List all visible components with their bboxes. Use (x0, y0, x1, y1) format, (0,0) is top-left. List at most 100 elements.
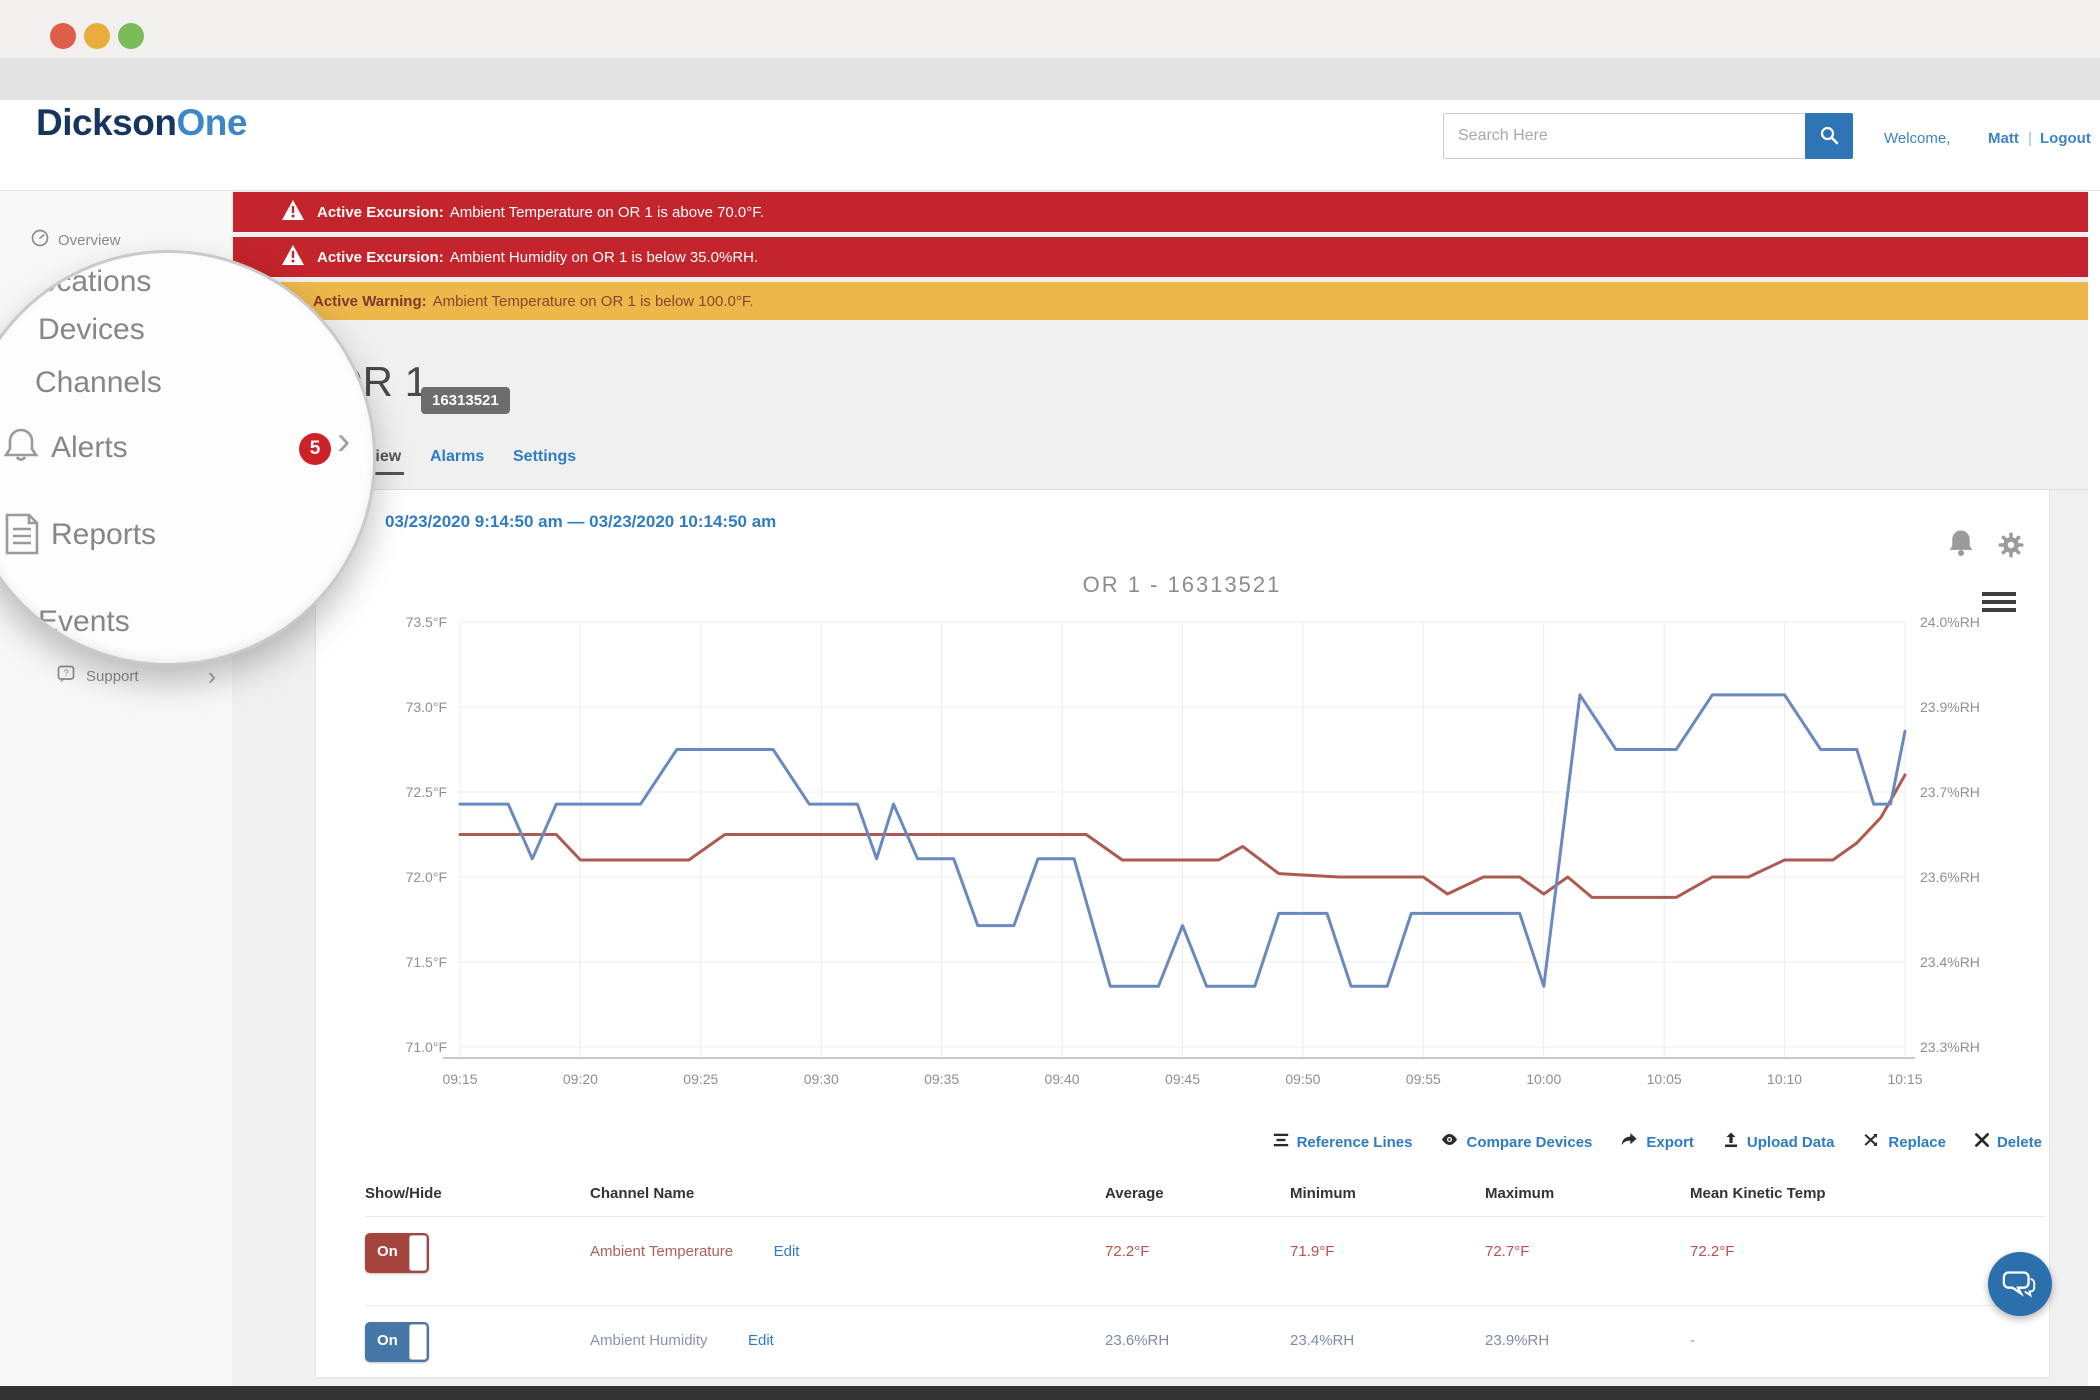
warning-triangle-icon (281, 244, 305, 270)
sidebar-item-events[interactable]: Events (38, 605, 130, 639)
banner-label: Active Excursion: (317, 249, 444, 266)
col-header-show-hide: Show/Hide (365, 1185, 590, 1216)
average-value: 23.6%RH (1105, 1322, 1290, 1349)
show-hide-toggle[interactable]: On (365, 1233, 429, 1273)
sidebar-item-overview[interactable]: Overview (30, 228, 121, 253)
minimum-value: 23.4%RH (1290, 1322, 1485, 1349)
svg-text:09:35: 09:35 (924, 1071, 959, 1087)
upload-data-button[interactable]: Upload Data (1722, 1131, 1835, 1154)
sidebar-item-label: Support (86, 668, 139, 685)
action-label: Compare Devices (1466, 1134, 1592, 1151)
col-header-channel-name: Channel Name (590, 1185, 1105, 1216)
banner-message: Ambient Humidity on OR 1 is below 35.0%R… (450, 249, 758, 266)
svg-text:09:20: 09:20 (563, 1071, 598, 1087)
reference-lines-button[interactable]: Reference Lines (1272, 1131, 1413, 1154)
sidebar-item-label: Overview (58, 232, 121, 249)
svg-text:09:50: 09:50 (1285, 1071, 1320, 1087)
banner-label: Active Warning: (313, 293, 427, 310)
table-row-ambient-temperature: On Ambient Temperature Edit 72.2°F 71.9°… (365, 1216, 2045, 1305)
svg-text:09:25: 09:25 (683, 1071, 718, 1087)
action-label: Delete (1997, 1134, 2042, 1151)
sidebar-item-alerts[interactable]: Alerts (51, 431, 128, 465)
delete-button[interactable]: Delete (1974, 1132, 2042, 1153)
mkt-value: 72.2°F (1690, 1233, 2045, 1260)
channel-name: Ambient Temperature (590, 1233, 733, 1260)
sidebar-item-devices[interactable]: Devices (38, 313, 145, 347)
alert-banner-excursion-humidity: Active Excursion: Ambient Humidity on OR… (233, 237, 2088, 277)
window-maximize-dot[interactable] (118, 23, 144, 49)
top-band (0, 58, 2100, 100)
svg-text:72.0°F: 72.0°F (406, 869, 447, 885)
tab-alarms[interactable]: Alarms (430, 448, 484, 466)
search-button[interactable] (1805, 113, 1853, 159)
svg-text:10:05: 10:05 (1647, 1071, 1682, 1087)
edit-link[interactable]: Edit (774, 1243, 800, 1260)
logout-link[interactable]: Logout (2040, 130, 2091, 147)
minimum-value: 71.9°F (1290, 1233, 1485, 1260)
export-arrow-icon (1620, 1130, 1639, 1154)
window-close-dot[interactable] (50, 23, 76, 49)
svg-text:10:00: 10:00 (1526, 1071, 1561, 1087)
sidebar-item-reports[interactable]: Reports (51, 518, 156, 552)
window-minimize-dot[interactable] (84, 23, 110, 49)
svg-text:09:45: 09:45 (1165, 1071, 1200, 1087)
maximum-value: 72.7°F (1485, 1233, 1690, 1260)
svg-text:23.4%RH: 23.4%RH (1920, 954, 1980, 970)
shuffle-icon (1862, 1130, 1881, 1154)
table-row-ambient-humidity: On Ambient Humidity Edit 23.6%RH 23.4%RH… (365, 1305, 2045, 1394)
svg-text:09:40: 09:40 (1045, 1071, 1080, 1087)
average-value: 72.2°F (1105, 1233, 1290, 1260)
maximum-value: 23.9%RH (1485, 1322, 1690, 1349)
bottom-bar (0, 1386, 2100, 1400)
compare-devices-button[interactable]: Compare Devices (1440, 1130, 1592, 1154)
search-input[interactable] (1443, 113, 1819, 159)
reference-lines-icon (1272, 1131, 1290, 1154)
action-label: Export (1646, 1134, 1694, 1151)
toggle-label: On (377, 1243, 398, 1260)
close-icon (1974, 1132, 1990, 1153)
svg-text:23.9%RH: 23.9%RH (1920, 699, 1980, 715)
user-divider: | (2028, 130, 2032, 147)
toggle-label: On (377, 1332, 398, 1349)
chevron-right-icon: › (337, 419, 350, 464)
svg-text:73.5°F: 73.5°F (406, 614, 447, 630)
export-button[interactable]: Export (1620, 1130, 1694, 1154)
action-label: Replace (1888, 1134, 1946, 1151)
svg-text:23.7%RH: 23.7%RH (1920, 784, 1980, 800)
eye-icon (1440, 1130, 1459, 1154)
svg-text:10:10: 10:10 (1767, 1071, 1802, 1087)
banner-message: Ambient Temperature on OR 1 is below 100… (433, 293, 754, 310)
table-header-row: Show/Hide Channel Name Average Minimum M… (365, 1185, 2045, 1216)
sidebar-item-channels[interactable]: Channels (35, 366, 162, 400)
help-icon: ? (56, 664, 76, 689)
chat-widget-button[interactable] (1988, 1252, 2052, 1316)
show-hide-toggle[interactable]: On (365, 1322, 429, 1362)
sidebar-item-locations[interactable]: Locations (23, 265, 151, 299)
user-link[interactable]: Matt (1988, 130, 2019, 147)
svg-text:09:30: 09:30 (804, 1071, 839, 1087)
svg-text:10:15: 10:15 (1887, 1071, 1922, 1087)
svg-text:24.0%RH: 24.0%RH (1920, 614, 1980, 630)
welcome-text: Welcome, (1884, 130, 1950, 147)
tab-settings[interactable]: Settings (513, 448, 576, 466)
date-range-link[interactable]: 03/23/2020 9:14:50 am — 03/23/2020 10:14… (385, 512, 776, 532)
svg-text:?: ? (63, 668, 68, 678)
svg-text:09:55: 09:55 (1406, 1071, 1441, 1087)
notification-bell-icon[interactable] (1946, 528, 1976, 563)
brand-logo[interactable]: DicksonOne (36, 102, 247, 144)
sidebar-item-support[interactable]: ? Support › (56, 664, 216, 689)
replace-button[interactable]: Replace (1862, 1130, 1946, 1154)
svg-text:23.6%RH: 23.6%RH (1920, 869, 1980, 885)
svg-text:23.3%RH: 23.3%RH (1920, 1039, 1980, 1055)
channel-name: Ambient Humidity (590, 1322, 708, 1349)
trend-chart: 73.5°F24.0%RH73.0°F23.9%RH72.5°F23.7%RH7… (315, 560, 2045, 1105)
edit-link[interactable]: Edit (748, 1332, 774, 1349)
banner-label: Active Excursion: (317, 204, 444, 221)
chat-bubbles-icon (2001, 1263, 2039, 1306)
toggle-knob (409, 1324, 427, 1360)
col-header-maximum: Maximum (1485, 1185, 1690, 1216)
col-header-average: Average (1105, 1185, 1290, 1216)
mkt-value: - (1690, 1322, 2045, 1349)
warning-triangle-icon (281, 199, 305, 225)
alert-banner-warning: Active Warning: Ambient Temperature on O… (233, 282, 2088, 320)
